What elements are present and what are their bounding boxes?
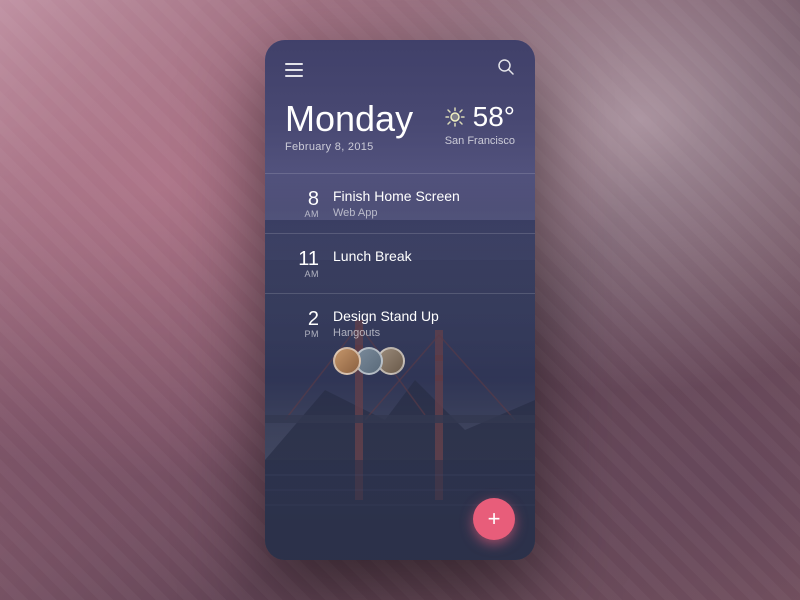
weather-city: San Francisco [445,135,515,147]
hamburger-icon [285,63,303,65]
time-ampm: AM [305,209,320,219]
event-block: Finish Home Screen Web App [333,188,515,219]
app-header [265,40,535,91]
weather-section: 58° San Francisco [445,101,515,147]
weather-temp-row: 58° [445,101,515,133]
event-subtitle: Web App [333,207,515,219]
scene: Monday February 8, 2015 [0,0,800,600]
time-hour: 11 [298,249,319,269]
date-section: Monday February 8, 2015 [285,101,413,153]
event-title: Design Stand Up [333,308,515,325]
hamburger-icon [285,75,303,77]
add-event-button[interactable]: + [473,498,515,540]
day-name: Monday [285,101,413,137]
avatars-list [333,347,515,375]
event-title: Finish Home Screen [333,188,515,205]
phone-card: Monday February 8, 2015 [265,40,535,560]
date-full: February 8, 2015 [285,141,413,153]
plus-icon: + [488,508,501,530]
weather-temp: 58° [473,101,515,133]
time-ampm: AM [305,269,320,279]
event-block: Design Stand Up Hangouts [333,308,515,375]
hamburger-icon [285,69,303,71]
hamburger-menu[interactable] [285,63,303,77]
time-ampm: PM [305,329,320,339]
time-block: 11 AM [285,249,319,279]
event-block: Lunch Break [333,248,515,265]
avatar [333,347,361,375]
date-weather-section: Monday February 8, 2015 [265,91,535,173]
event-subtitle: Hangouts [333,327,515,339]
event-title: Lunch Break [333,248,515,265]
sun-icon [445,107,465,127]
schedule-item[interactable]: 11 AM Lunch Break [265,233,535,293]
schedule-item[interactable]: 8 AM Finish Home Screen Web App [265,173,535,233]
time-block: 8 AM [285,189,319,219]
time-hour: 2 [308,309,319,329]
search-icon [497,58,515,76]
search-button[interactable] [497,58,515,81]
time-hour: 8 [308,189,319,209]
schedule-item[interactable]: 2 PM Design Stand Up Hangouts [265,293,535,389]
time-block: 2 PM [285,309,319,339]
phone-content: Monday February 8, 2015 [265,40,535,560]
